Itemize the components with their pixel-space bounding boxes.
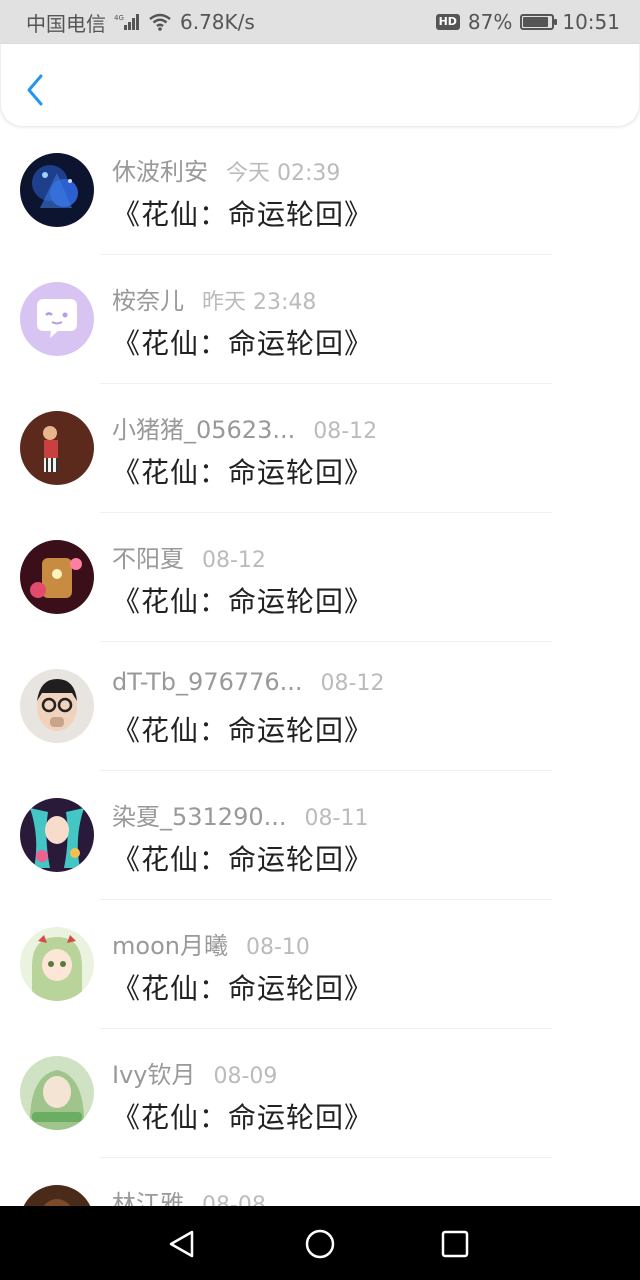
item-title: 《花仙：命运轮回》 xyxy=(112,714,374,747)
signal-icon: 4G xyxy=(114,13,140,31)
avatar[interactable] xyxy=(20,411,94,485)
timestamp: 08-12 xyxy=(313,419,378,444)
list-item[interactable]: 小猪猪_05623... 08-12 《花仙：命运轮回》 xyxy=(0,384,640,513)
nav-home-button[interactable] xyxy=(300,1224,340,1264)
timestamp: 08-10 xyxy=(245,935,310,960)
user-name: 小猪猪_05623... xyxy=(112,416,296,444)
list-item[interactable]: 休波利安 今天 02:39 《花仙：命运轮回》 xyxy=(0,126,640,255)
list-item[interactable]: dT-Tb_976776... 08-12 《花仙：命运轮回》 xyxy=(0,642,640,771)
item-title: 《花仙：命运轮回》 xyxy=(112,843,374,876)
avatar[interactable] xyxy=(20,927,94,1001)
avatar[interactable] xyxy=(20,669,94,743)
item-title: 《花仙：命运轮回》 xyxy=(112,972,374,1005)
list-item[interactable]: 桉奈儿 昨天 23:48 《花仙：命运轮回》 xyxy=(0,255,640,384)
user-name: 桉奈儿 xyxy=(112,287,184,315)
item-title: 《花仙：命运轮回》 xyxy=(112,198,374,231)
square-recent-icon xyxy=(441,1230,469,1258)
user-name: moon月曦 xyxy=(112,932,228,960)
user-name: dT-Tb_976776... xyxy=(112,668,303,696)
clock: 10:51 xyxy=(562,10,620,34)
svg-text:4G: 4G xyxy=(114,14,124,22)
nav-recent-button[interactable] xyxy=(435,1224,475,1264)
carrier-label: 中国电信 xyxy=(26,11,106,36)
timestamp: 昨天 23:48 xyxy=(202,290,317,315)
conversation-list: 休波利安 今天 02:39 《花仙：命运轮回》 桉奈儿 昨天 23:48 《花仙… xyxy=(0,126,640,1206)
avatar[interactable] xyxy=(20,1185,94,1206)
battery-percent: 87% xyxy=(467,10,513,34)
hd-icon: HD xyxy=(435,14,460,30)
item-title: 《花仙：命运轮回》 xyxy=(112,456,374,489)
chevron-left-icon xyxy=(27,74,43,106)
avatar[interactable] xyxy=(20,153,94,227)
list-item[interactable]: Ivy钦月 08-09 《花仙：命运轮回》 xyxy=(0,1029,640,1158)
timestamp: 08-11 xyxy=(304,806,369,831)
item-title: 《花仙：命运轮回》 xyxy=(112,1101,374,1134)
status-bar: 中国电信 4G 6.78K/s HD 87% 10:51 xyxy=(0,0,640,44)
list-item[interactable]: 不阳夏 08-12 《花仙：命运轮回》 xyxy=(0,513,640,642)
user-name: 染夏_531290... xyxy=(112,803,287,831)
triangle-back-icon xyxy=(169,1230,194,1258)
user-name: Ivy钦月 xyxy=(112,1061,196,1089)
list-item[interactable]: 林江雅 08-08 xyxy=(0,1158,640,1206)
wifi-icon xyxy=(148,13,172,31)
header xyxy=(0,44,640,126)
user-name: 休波利安 xyxy=(112,158,208,186)
nav-back-button[interactable] xyxy=(162,1224,202,1264)
network-speed: 6.78K/s xyxy=(180,10,255,34)
timestamp: 08-08 xyxy=(202,1193,266,1206)
timestamp: 08-09 xyxy=(213,1064,278,1089)
timestamp: 08-12 xyxy=(320,671,385,696)
item-title: 《花仙：命运轮回》 xyxy=(112,585,374,618)
avatar[interactable] xyxy=(20,798,94,872)
battery-icon xyxy=(520,14,558,30)
navigation-bar xyxy=(0,1206,640,1280)
timestamp: 今天 02:39 xyxy=(226,161,341,186)
item-title: 《花仙：命运轮回》 xyxy=(112,327,374,360)
user-name: 林江雅 xyxy=(112,1190,184,1206)
timestamp: 08-12 xyxy=(202,548,266,573)
avatar[interactable] xyxy=(20,1056,94,1130)
back-button[interactable] xyxy=(19,70,51,110)
list-item[interactable]: moon月曦 08-10 《花仙：命运轮回》 xyxy=(0,900,640,1029)
avatar[interactable] xyxy=(20,282,94,356)
list-item[interactable]: 染夏_531290... 08-11 《花仙：命运轮回》 xyxy=(0,771,640,900)
circle-home-icon xyxy=(305,1229,335,1259)
user-name: 不阳夏 xyxy=(112,545,184,573)
avatar[interactable] xyxy=(20,540,94,614)
